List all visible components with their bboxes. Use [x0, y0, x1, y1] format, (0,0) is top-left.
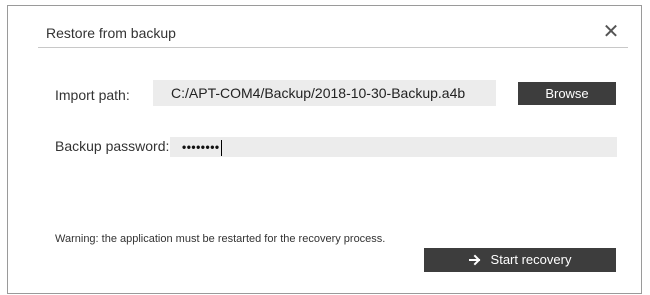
- start-recovery-label: Start recovery: [490, 252, 572, 267]
- browse-button[interactable]: Browse: [518, 82, 616, 105]
- arrow-right-icon: [468, 254, 480, 265]
- title-divider: [38, 47, 628, 48]
- text-caret: [220, 139, 222, 156]
- backup-password-field[interactable]: ••••••••: [170, 137, 617, 157]
- password-masked-value: ••••••••: [182, 140, 220, 154]
- start-recovery-button[interactable]: Start recovery: [424, 248, 616, 272]
- close-icon[interactable]: ✕: [601, 22, 621, 42]
- backup-password-label: Backup password:: [55, 138, 170, 154]
- restart-warning: Warning: the application must be restart…: [55, 233, 386, 245]
- import-path-label: Import path:: [55, 87, 130, 103]
- dialog-title: Restore from backup: [46, 25, 176, 41]
- import-path-field[interactable]: C:/APT-COM4/Backup/2018-10-30-Backup.a4b: [153, 80, 496, 106]
